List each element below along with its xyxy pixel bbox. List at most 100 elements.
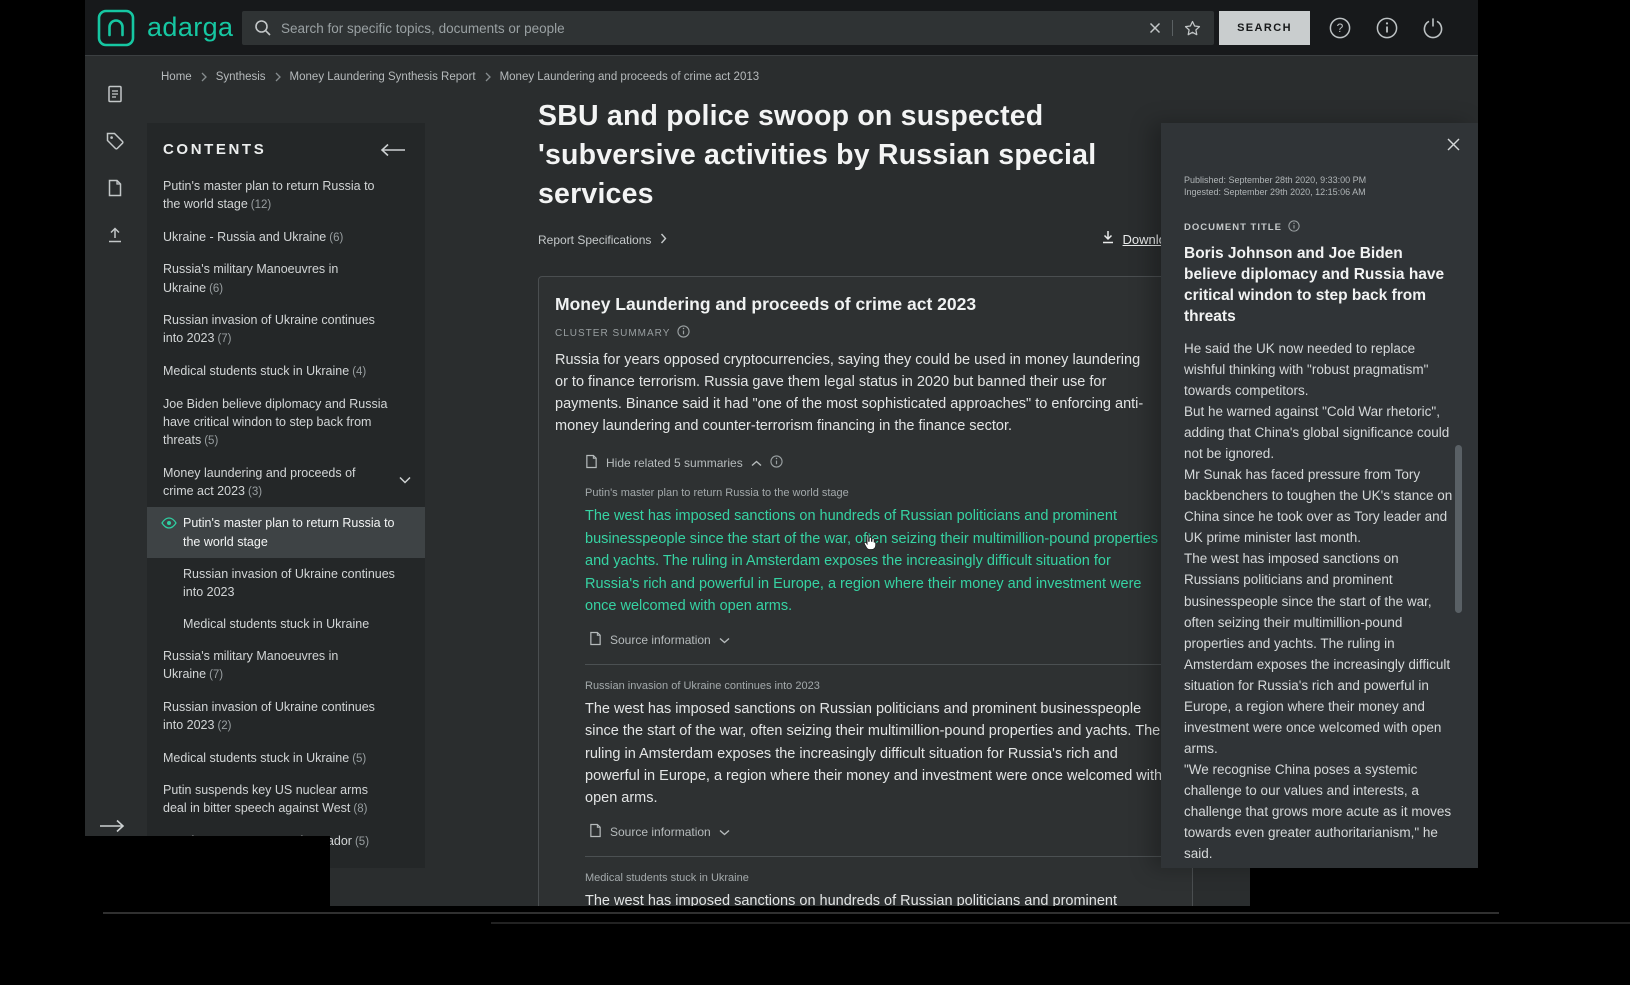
sidebar-item-count: (4) xyxy=(352,366,366,378)
sidebar-item-count: (7) xyxy=(217,333,231,345)
page-icon xyxy=(589,631,602,649)
info-circle-icon[interactable] xyxy=(1288,220,1300,235)
sidebar-subitem-label: Russian invasion of Ukraine continues in… xyxy=(183,567,395,599)
contents-header: CONTENTS xyxy=(147,123,425,170)
page-icon xyxy=(589,823,602,841)
breadcrumb-synthesis[interactable]: Synthesis xyxy=(216,71,266,83)
sidebar-item[interactable]: Medical students stuck in Ukraine(4) xyxy=(147,355,425,388)
sidebar-item[interactable]: Russian invasion of Ukraine continues in… xyxy=(147,304,425,355)
sidebar-item-count: (2) xyxy=(217,720,231,732)
expand-arrow-right-icon[interactable] xyxy=(98,819,126,833)
divider xyxy=(585,664,1176,665)
upload-icon[interactable] xyxy=(105,225,125,245)
chevron-right-icon xyxy=(275,72,281,82)
clear-search-icon[interactable] xyxy=(1148,21,1162,35)
sidebar-subitem-active[interactable]: Putin's master plan to return Russia to … xyxy=(147,507,425,557)
page-title: SBU and police swoop on suspected 'subve… xyxy=(538,97,1163,213)
sidebar-item[interactable]: Russian invasion of Ukraine continues in… xyxy=(147,691,425,742)
help-icon[interactable]: ? xyxy=(1328,16,1352,40)
search-icon xyxy=(254,19,272,37)
sidebar-item[interactable]: Russia's military Manoeuvres in Ukraine(… xyxy=(147,640,425,691)
source-information-toggle[interactable]: Source information xyxy=(589,631,1176,649)
sidebar-item[interactable]: Russia's military Manoeuvres in Ukraine(… xyxy=(147,253,425,304)
card-title: Money Laundering and proceeds of crime a… xyxy=(555,294,1176,315)
divider xyxy=(585,856,1176,857)
sidebar-item-label: Medical students stuck in Ukraine xyxy=(163,364,349,378)
summary-text[interactable]: The west has imposed sanctions on hundre… xyxy=(585,890,1163,906)
info-circle-icon[interactable] xyxy=(677,325,690,341)
sidebar-item-label: Russia's military Manoeuvres in Ukraine xyxy=(163,262,338,294)
summary-section: Medical students stuck in Ukraine The we… xyxy=(585,872,1176,906)
summary-text-highlighted[interactable]: The west has imposed sanctions on hundre… xyxy=(585,505,1163,617)
svg-text:?: ? xyxy=(1337,21,1344,35)
chevron-up-icon xyxy=(751,456,762,470)
close-icon[interactable] xyxy=(1445,136,1462,153)
power-icon[interactable] xyxy=(1421,16,1445,40)
sidebar-item[interactable]: Putin's master plan to return Russia to … xyxy=(147,170,425,221)
sidebar-item[interactable]: Putin suspends key US nuclear arms deal … xyxy=(147,774,425,825)
document-paragraph: "We recognise China poses a systemic cha… xyxy=(1184,759,1454,864)
summary-section: Putin's master plan to return Russia to … xyxy=(585,487,1176,664)
document-paragraph: But he warned against "Cold War rhetoric… xyxy=(1184,401,1454,464)
chevron-right-icon xyxy=(485,72,491,82)
collapse-arrow-left-icon[interactable] xyxy=(379,143,407,157)
screenshot-edge-artifact xyxy=(491,922,1630,924)
sidebar-item-count: (12) xyxy=(251,199,271,211)
report-specifications-toggle[interactable]: Report Specifications xyxy=(538,233,667,247)
sidebar-item-count: (7) xyxy=(209,669,223,681)
breadcrumb-report[interactable]: Money Laundering Synthesis Report xyxy=(290,71,476,83)
panel-scrollbar[interactable] xyxy=(1455,445,1462,613)
contents-title: CONTENTS xyxy=(163,141,266,158)
report-icon[interactable] xyxy=(105,84,125,104)
hide-related-toggle[interactable]: Hide related 5 summaries xyxy=(585,454,1176,472)
summary-text[interactable]: The west has imposed sanctions on Russia… xyxy=(585,698,1163,810)
sidebar-item[interactable]: Joe Biden believe diplomacy and Russia h… xyxy=(147,388,425,457)
favorite-star-icon[interactable] xyxy=(1183,19,1202,38)
breadcrumb: Home Synthesis Money Laundering Synthesi… xyxy=(161,71,759,83)
search-bar[interactable] xyxy=(242,11,1214,45)
summary-source-label: Medical students stuck in Ukraine xyxy=(585,872,1176,884)
chevron-right-icon xyxy=(201,72,207,82)
document-preview-panel: Published: September 28th 2020, 9:33:00 … xyxy=(1161,123,1478,868)
sidebar-item-label: Ukraine - Russia and Ukraine xyxy=(163,230,326,244)
chevron-down-icon xyxy=(399,471,411,489)
breadcrumb-current[interactable]: Money Laundering and proceeds of crime a… xyxy=(500,71,760,83)
sidebar-subitem[interactable]: Russian invasion of Ukraine continues in… xyxy=(147,558,425,608)
tag-icon[interactable] xyxy=(105,131,125,151)
document-body: He said the UK now needed to replace wis… xyxy=(1184,338,1454,864)
brand-name: adarga xyxy=(147,12,233,43)
sidebar-item-count: (6) xyxy=(209,283,223,295)
topbar: adarga SEARCH ? xyxy=(85,0,1478,56)
document-icon[interactable] xyxy=(105,178,125,198)
adarga-logo-icon[interactable] xyxy=(97,9,135,47)
summary-source-label: Russian invasion of Ukraine continues in… xyxy=(585,680,1176,692)
info-circle-icon[interactable] xyxy=(770,455,783,471)
contents-sidebar: CONTENTS Putin's master plan to return R… xyxy=(147,123,425,868)
related-summaries: Hide related 5 summaries Putin's master … xyxy=(585,454,1176,906)
document-paragraph: He said the UK now needed to replace wis… xyxy=(1184,338,1454,401)
sidebar-item[interactable]: Medical students stuck in Ukraine(5) xyxy=(147,742,425,775)
entity-link[interactable]: hundreds xyxy=(820,893,880,906)
cluster-summary-label: CLUSTER SUMMARY xyxy=(555,328,670,339)
sidebar-item-label: Medical students stuck in Ukraine xyxy=(163,751,349,765)
search-button[interactable]: SEARCH xyxy=(1219,11,1310,45)
sidebar-item-label: Russian invasion of Ukraine continues in… xyxy=(163,700,375,732)
chevron-right-icon xyxy=(660,233,667,247)
download-icon xyxy=(1100,229,1116,250)
sidebar-item-count: (8) xyxy=(353,803,367,815)
breadcrumb-home[interactable]: Home xyxy=(161,71,192,83)
summary-text-prefix: The west has imposed sanctions on xyxy=(585,893,820,906)
document-paragraph: Mr Sunak has faced pressure from Tory ba… xyxy=(1184,464,1454,548)
sidebar-subitem[interactable]: Medical students stuck in Ukraine xyxy=(147,608,425,640)
sidebar-item-count: (5) xyxy=(355,836,369,848)
search-input[interactable] xyxy=(281,21,1148,36)
sidebar-item-expanded[interactable]: Money laundering and proceeds of crime a… xyxy=(147,457,425,508)
sidebar-item-count: (3) xyxy=(248,486,262,498)
info-icon[interactable] xyxy=(1375,16,1399,40)
report-actions-row: Report Specifications Download Report xyxy=(538,229,1223,250)
sidebar-item[interactable]: Ukraine - Russia and Ukraine(6) xyxy=(147,221,425,254)
cluster-summary-text: Russia for years opposed cryptocurrencie… xyxy=(555,350,1155,437)
screenshot-edge-artifact xyxy=(103,912,1499,914)
source-information-toggle[interactable]: Source information xyxy=(589,823,1176,841)
cluster-summary-row: CLUSTER SUMMARY xyxy=(555,325,1176,341)
